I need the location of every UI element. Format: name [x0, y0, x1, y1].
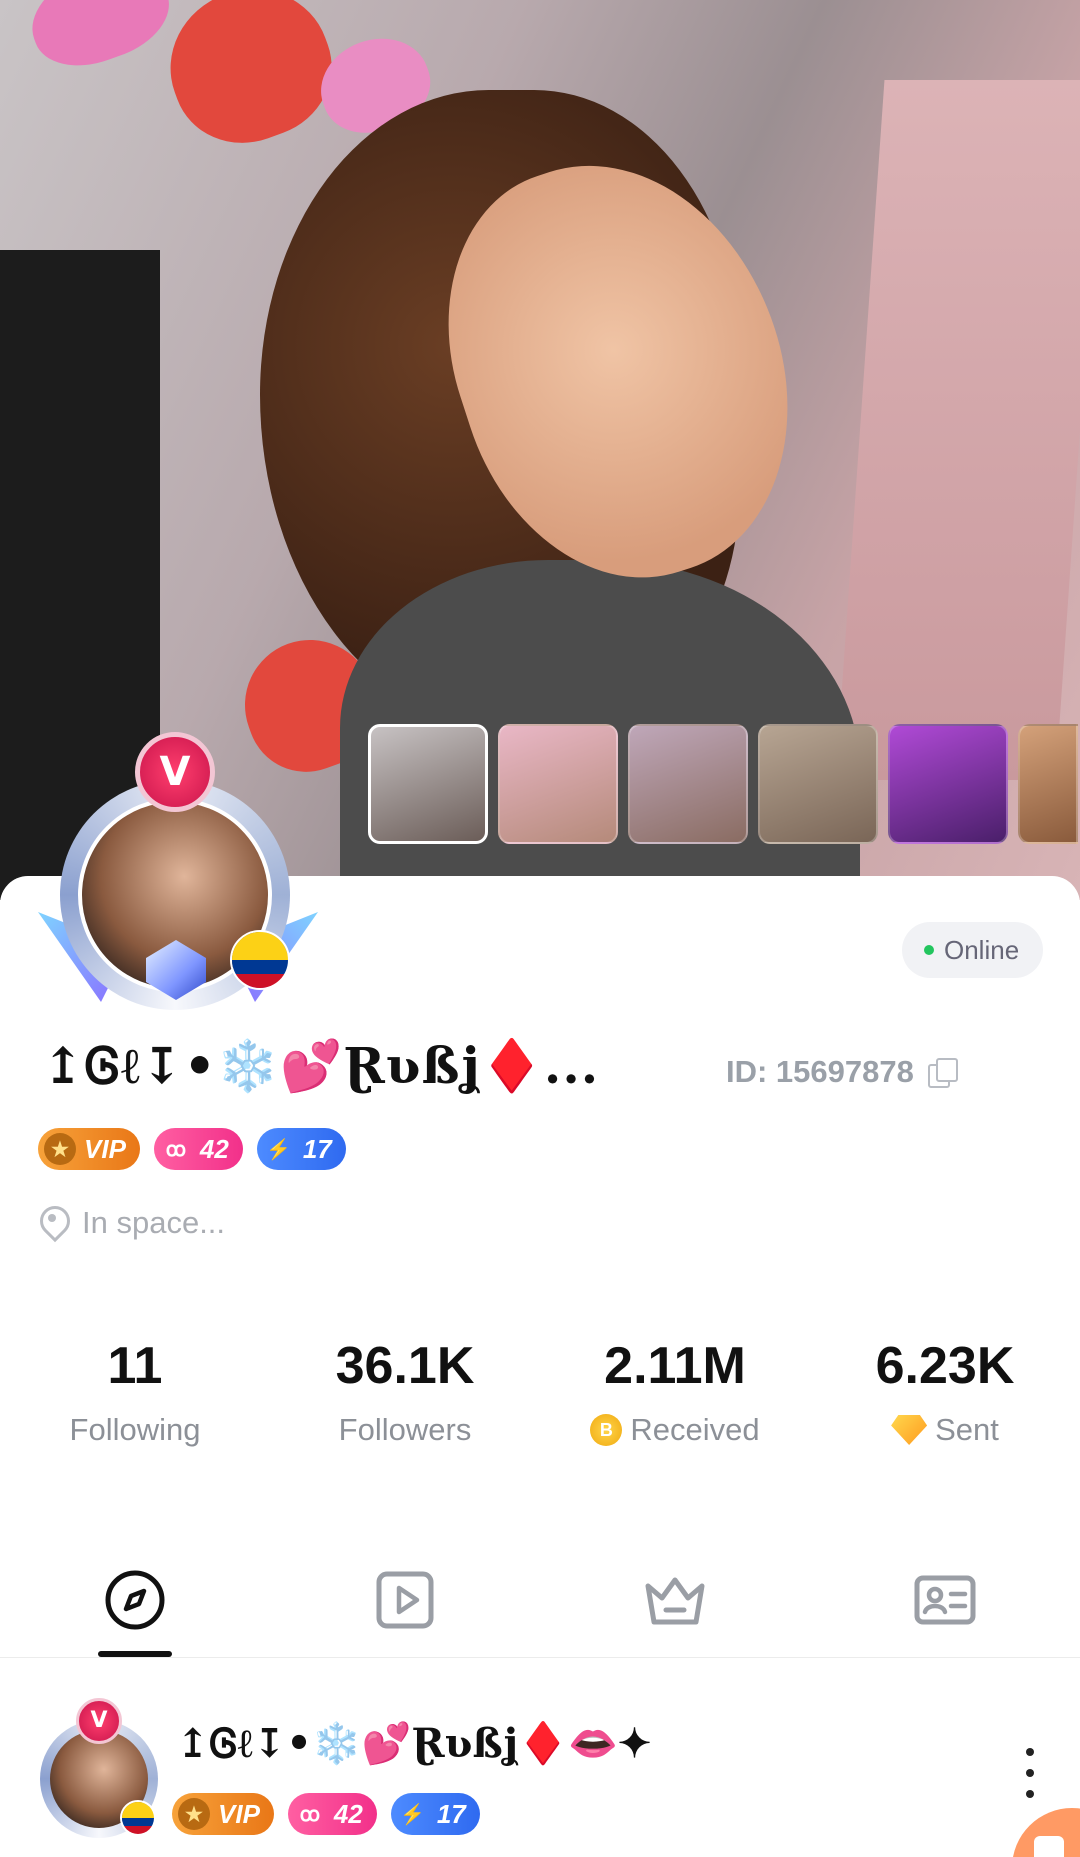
- fab-icon: [1034, 1836, 1064, 1857]
- vip-badge[interactable]: ★ VIP: [38, 1128, 140, 1170]
- energy-badge-value: 17: [436, 1798, 466, 1829]
- profile-stats: 11 Following 36.1K Followers 2.11M B Rec…: [0, 1336, 1080, 1448]
- more-options-icon[interactable]: [1020, 1748, 1040, 1798]
- stat-received[interactable]: 2.11M B Received: [540, 1336, 810, 1448]
- vip-v-badge-icon: V: [135, 732, 215, 812]
- location-text: In space...: [82, 1205, 226, 1240]
- profile-name: ↥Ꮆℓ↧•❄️💕Ɽʋßʝ♦️...: [42, 1036, 600, 1095]
- profile-avatar[interactable]: V: [38, 722, 318, 1022]
- location: In space...: [38, 1205, 225, 1241]
- level-badge-value: 42: [199, 1133, 229, 1164]
- online-dot-icon: [924, 945, 934, 955]
- level-icon: ꝏ: [299, 1803, 321, 1826]
- energy-badge-value: 17: [302, 1133, 332, 1164]
- video-icon: [376, 1571, 434, 1629]
- stat-label: Following: [69, 1412, 201, 1447]
- online-status-badge: Online: [902, 922, 1044, 978]
- lightning-icon: ⚡: [400, 1803, 426, 1826]
- vip-badge-label: VIP: [218, 1798, 260, 1829]
- diamond-icon: [891, 1415, 928, 1445]
- tab-profile-info[interactable]: [810, 1568, 1080, 1657]
- vip-badge[interactable]: ★ VIP: [172, 1793, 274, 1835]
- heart-decoration: [18, 0, 182, 82]
- user-id: ID: 15697878: [726, 1054, 958, 1090]
- post-author-badges: ★ VIP ꝏ 42 ⚡ 17: [172, 1793, 480, 1835]
- level-icon: ꝏ: [165, 1138, 187, 1161]
- energy-badge[interactable]: ⚡ 17: [390, 1793, 480, 1835]
- vip-v-badge-icon: V: [76, 1698, 122, 1744]
- profile-tabs: [0, 1568, 1080, 1658]
- profile-badges: ★ VIP ꝏ 42 ⚡ 17: [38, 1128, 346, 1170]
- compass-icon: [105, 1570, 165, 1630]
- stat-value: 36.1K: [335, 1337, 475, 1395]
- user-id-text: ID: 15697878: [726, 1054, 914, 1089]
- colombia-flag-icon: [120, 1800, 156, 1836]
- photo-thumbnail[interactable]: [498, 724, 618, 844]
- vip-star-icon: ★: [178, 1798, 210, 1830]
- location-pin-icon: [38, 1206, 66, 1240]
- post-author-name[interactable]: ↥Ꮆℓ↧•❄️💕Ɽʋßʝ♦️👄✦: [176, 1720, 651, 1767]
- photo-thumbnail[interactable]: [628, 724, 748, 844]
- coin-icon: B: [590, 1414, 623, 1446]
- tab-honors[interactable]: [540, 1568, 810, 1657]
- post-author-avatar[interactable]: V: [28, 1698, 168, 1848]
- stat-sent[interactable]: 6.23K Sent: [810, 1336, 1080, 1448]
- stat-followers[interactable]: 36.1K Followers: [270, 1336, 540, 1448]
- stat-following[interactable]: 11 Following: [0, 1336, 270, 1448]
- stat-label: Sent: [810, 1412, 1080, 1448]
- stat-value: 6.23K: [875, 1337, 1015, 1395]
- level-badge[interactable]: ꝏ 42: [153, 1128, 243, 1170]
- vip-badge-label: VIP: [84, 1133, 126, 1164]
- stat-value: 2.11M: [604, 1337, 746, 1395]
- copy-icon[interactable]: [927, 1058, 958, 1088]
- level-badge[interactable]: ꝏ 42: [287, 1793, 377, 1835]
- tab-moments[interactable]: [0, 1568, 270, 1657]
- photo-thumbnail[interactable]: [1018, 724, 1078, 844]
- crown-icon: [645, 1577, 705, 1625]
- online-status-text: Online: [944, 934, 1020, 965]
- photo-thumbnail[interactable]: [888, 724, 1008, 844]
- photo-thumbnail-selected[interactable]: [368, 724, 488, 844]
- photo-thumbnails: [368, 724, 1078, 844]
- energy-badge[interactable]: ⚡ 17: [256, 1128, 346, 1170]
- stat-label: B Received: [540, 1412, 810, 1448]
- stat-value: 11: [107, 1337, 163, 1395]
- colombia-flag-icon: [230, 930, 290, 990]
- background-wall: [835, 80, 1080, 780]
- level-badge-value: 42: [333, 1798, 363, 1829]
- lightning-icon: ⚡: [266, 1138, 292, 1161]
- tab-videos[interactable]: [270, 1568, 540, 1657]
- photo-thumbnail[interactable]: [758, 724, 878, 844]
- vip-star-icon: ★: [44, 1133, 76, 1165]
- profile-card-icon: [914, 1575, 976, 1625]
- stat-label: Followers: [338, 1412, 472, 1447]
